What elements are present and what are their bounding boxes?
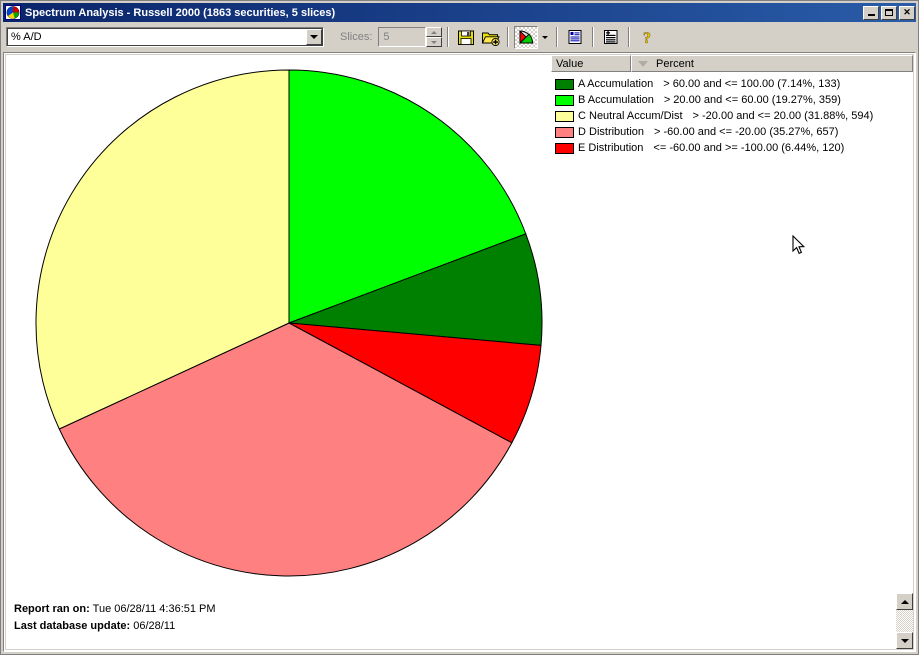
- chevron-up-icon: [431, 30, 438, 34]
- slices-label: Slices:: [340, 31, 373, 43]
- report-add-button[interactable]: [599, 26, 623, 49]
- field-select-dropdown-button[interactable]: [306, 29, 322, 45]
- help-button[interactable]: ?: [635, 26, 659, 49]
- chevron-down-icon: [310, 35, 318, 39]
- legend-color-swatch: [555, 78, 574, 90]
- svg-text:?: ?: [643, 30, 651, 46]
- window-title: Spectrum Analysis - Russell 2000 (1863 s…: [25, 6, 336, 19]
- scroll-down-button[interactable]: [896, 632, 913, 649]
- last-update-value: 06/28/11: [133, 620, 176, 632]
- last-update-label: Last database update:: [14, 620, 131, 632]
- chevron-down-icon: [541, 35, 548, 39]
- report-ran-value: Tue 06/28/11 4:36:51 PM: [92, 603, 216, 615]
- report-add-icon: [604, 30, 618, 44]
- toolbar-separator: [507, 27, 510, 47]
- chart-type-button[interactable]: [514, 25, 539, 49]
- toolbar-separator: [556, 27, 559, 47]
- slices-increment-button[interactable]: [426, 27, 443, 37]
- legend-column-percent[interactable]: Percent: [631, 55, 913, 72]
- toolbar-separator: [592, 27, 595, 47]
- minimize-button[interactable]: [863, 5, 879, 20]
- save-button[interactable]: [454, 26, 478, 49]
- close-icon: ✕: [903, 7, 911, 17]
- application-window: Spectrum Analysis - Russell 2000 (1863 s…: [0, 0, 919, 655]
- legend-color-swatch: [555, 94, 574, 106]
- slices-decrement-button[interactable]: [426, 37, 443, 47]
- report-canvas: Value Percent A Accumulation > 60.00 and …: [5, 54, 914, 650]
- window-controls: ✕: [863, 5, 915, 20]
- legend-list: A Accumulation > 60.00 and <= 100.00 (7.1…: [551, 72, 913, 156]
- legend-color-swatch: [555, 110, 574, 122]
- scrollbar-track[interactable]: [896, 610, 913, 632]
- report-list-icon: [568, 30, 582, 44]
- scroll-up-icon: [900, 599, 909, 604]
- report-button[interactable]: [563, 26, 587, 49]
- legend-row[interactable]: C Neutral Accum/Dist > -20.00 and <= 20.0…: [551, 108, 913, 124]
- toolbar-separator: [628, 27, 631, 47]
- open-add-button[interactable]: [478, 26, 502, 49]
- field-select[interactable]: % A/D: [6, 27, 324, 47]
- legend-header: Value Percent: [551, 55, 913, 72]
- pie-chart: [6, 55, 551, 585]
- pie-chart-icon: [518, 29, 534, 44]
- report-ran-line: Report ran on: Tue 06/28/11 4:36:51 PM: [14, 601, 216, 618]
- chart-type-dropdown[interactable]: [538, 26, 551, 49]
- vertical-scrollbar[interactable]: [896, 593, 913, 649]
- legend-row-range: <= -60.00 and >= -100.00 (6.44%, 120): [653, 142, 845, 154]
- legend-row[interactable]: B Accumulation > 20.00 and <= 60.00 (19.2…: [551, 92, 913, 108]
- legend-row[interactable]: A Accumulation > 60.00 and <= 100.00 (7.1…: [551, 76, 913, 92]
- scroll-down-icon: [900, 638, 909, 643]
- pie-chart-icon: [5, 5, 21, 20]
- legend-row-range: > 20.00 and <= 60.00 (19.27%, 359): [663, 94, 841, 106]
- minimize-icon: [867, 14, 875, 16]
- legend-row-name: A Accumulation: [578, 78, 654, 90]
- slices-spinner-buttons[interactable]: [426, 27, 443, 47]
- folder-add-icon: [481, 32, 500, 46]
- last-update-line: Last database update: 06/28/11: [14, 618, 216, 635]
- legend-row-name: D Distribution: [578, 126, 645, 138]
- title-bar: Spectrum Analysis - Russell 2000 (1863 s…: [3, 3, 916, 22]
- chevron-down-icon: [431, 40, 438, 44]
- slices-value[interactable]: 5: [378, 27, 427, 47]
- legend-row[interactable]: D Distribution > -60.00 and <= -20.00 (35…: [551, 124, 913, 140]
- legend-row-name: E Distribution: [578, 142, 644, 154]
- scroll-up-button[interactable]: [896, 593, 913, 610]
- client-area: Value Percent A Accumulation > 60.00 and …: [3, 52, 916, 652]
- sort-descending-icon: [638, 60, 648, 67]
- report-ran-label: Report ran on:: [14, 603, 90, 615]
- toolbar: % A/D Slices: 5 ?: [3, 23, 916, 51]
- pie-chart-svg[interactable]: [6, 55, 551, 585]
- legend-row-range: > -20.00 and <= 20.00 (31.88%, 594): [692, 110, 874, 122]
- floppy-disk-icon: [458, 30, 475, 45]
- legend-row[interactable]: E Distribution <= -60.00 and >= -100.00 (…: [551, 140, 913, 156]
- legend-panel: Value Percent A Accumulation > 60.00 and …: [551, 55, 913, 585]
- legend-row-range: > -60.00 and <= -20.00 (35.27%, 657): [654, 126, 839, 138]
- legend-column-percent-label: Percent: [656, 57, 694, 70]
- question-mark-icon: ?: [643, 29, 652, 46]
- report-footer: Report ran on: Tue 06/28/11 4:36:51 PM L…: [14, 601, 216, 635]
- maximize-button[interactable]: [881, 5, 897, 20]
- legend-row-name: C Neutral Accum/Dist: [578, 110, 683, 122]
- legend-color-swatch: [555, 142, 574, 154]
- maximize-icon: [885, 9, 893, 16]
- toolbar-separator: [447, 27, 450, 47]
- legend-row-range: > 60.00 and <= 100.00 (7.14%, 133): [663, 78, 841, 90]
- close-button[interactable]: ✕: [899, 5, 915, 20]
- legend-color-swatch: [555, 126, 574, 138]
- slices-stepper[interactable]: 5: [378, 27, 443, 47]
- field-select-value: % A/D: [11, 31, 42, 43]
- legend-row-name: B Accumulation: [578, 94, 654, 106]
- legend-column-value[interactable]: Value: [551, 55, 631, 72]
